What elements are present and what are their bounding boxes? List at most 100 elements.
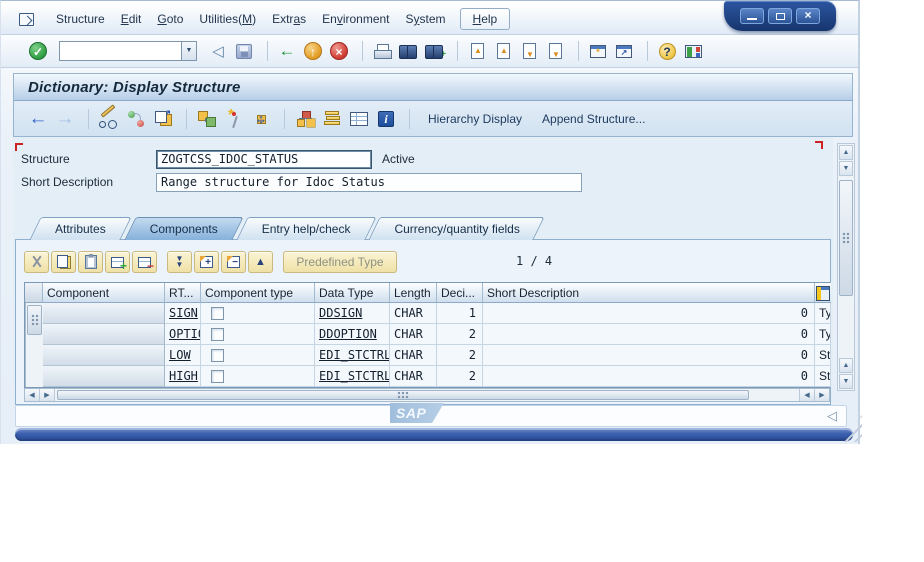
screen-vertical-scrollbar[interactable]: ▲ ▼ ▲ ▼ <box>837 143 855 391</box>
nav-back-button[interactable]: ← <box>26 107 50 131</box>
column-header-selector <box>25 283 43 303</box>
paste-rows-button[interactable] <box>78 251 103 273</box>
menu-help[interactable]: Help <box>460 8 511 30</box>
enter-button[interactable]: ✓ <box>27 40 49 62</box>
help-button[interactable]: ? <box>656 40 678 62</box>
customize-layout-button[interactable] <box>682 40 704 62</box>
append-structure-link[interactable]: Append Structure... <box>542 112 645 126</box>
component-type-link[interactable]: DDOPTION <box>319 327 377 341</box>
scroll-down-button[interactable]: ▼ <box>839 161 853 176</box>
menu-utilities[interactable]: Utilities(M) <box>191 9 264 29</box>
command-dropdown-button[interactable]: ▼ <box>181 41 197 61</box>
table-contents-button[interactable] <box>347 107 371 131</box>
find-button[interactable] <box>397 40 419 62</box>
structure-label: Structure <box>21 152 156 166</box>
technical-settings-button[interactable]: i <box>374 107 398 131</box>
status-expand-button[interactable]: ◁ <box>827 408 837 424</box>
component-type-link[interactable]: EDI_STCTRL <box>319 369 390 383</box>
save-button[interactable] <box>233 40 255 62</box>
system-menu-icon[interactable] <box>19 13 34 26</box>
scrollbar-thumb[interactable] <box>839 180 853 296</box>
cell-length: 1 <box>437 303 483 324</box>
next-page-button[interactable]: ▼ <box>518 40 540 62</box>
new-session-button[interactable]: * <box>587 40 609 62</box>
table-scrollbar-thumb[interactable] <box>27 305 42 335</box>
find-next-button[interactable]: + <box>423 40 445 62</box>
delete-row-button[interactable]: − <box>132 251 157 273</box>
component-link[interactable]: SIGN <box>169 306 198 320</box>
row-selector[interactable] <box>43 324 165 345</box>
scroll-down-button[interactable]: ▼ <box>839 374 853 389</box>
create-shortcut-button[interactable]: ↗ <box>613 40 635 62</box>
where-used-button[interactable] <box>195 107 219 131</box>
component-link[interactable]: OPTION <box>169 327 201 341</box>
expand-button[interactable]: + <box>194 251 219 273</box>
maximize-button[interactable] <box>768 8 792 24</box>
toolbar-separator <box>267 41 268 61</box>
collapse-toolbar-button[interactable]: ◁ <box>207 40 229 62</box>
back-button[interactable]: ← <box>276 40 298 62</box>
row-selector[interactable] <box>43 303 165 324</box>
table-vertical-scrollbar[interactable] <box>25 303 43 387</box>
scrollbar-track[interactable] <box>55 389 799 401</box>
menu-environment[interactable]: Environment <box>314 9 397 29</box>
previous-page-button[interactable]: ▲ <box>492 40 514 62</box>
hierarchy-button[interactable] <box>293 107 317 131</box>
display-change-button[interactable] <box>97 107 121 131</box>
scroll-up-button[interactable]: ▲ <box>839 145 853 160</box>
move-up-button[interactable]: ▲ <box>248 251 273 273</box>
component-link[interactable]: HIGH <box>169 369 198 383</box>
index-button[interactable] <box>320 107 344 131</box>
table-settings-icon[interactable] <box>816 286 830 301</box>
tab-entry-help-check[interactable]: Entry help/check <box>242 217 371 240</box>
table-horizontal-scrollbar[interactable]: ◀ ▶ ◀ ▶ <box>24 388 830 402</box>
hierarchy-display-link[interactable]: Hierarchy Display <box>428 112 522 126</box>
component-type-link[interactable]: DDSIGN <box>319 306 362 320</box>
activate-button[interactable]: * <box>222 107 246 131</box>
scrollbar-thumb[interactable] <box>57 390 749 400</box>
command-field[interactable] <box>59 41 181 61</box>
navigate-button[interactable]: ↔↕ <box>249 107 273 131</box>
where-used-icon <box>198 111 216 127</box>
component-link[interactable]: LOW <box>169 348 191 362</box>
menu-system[interactable]: System <box>398 9 454 29</box>
cut-button[interactable] <box>24 251 49 273</box>
scroll-left-button[interactable]: ◀ <box>799 389 814 401</box>
menu-structure[interactable]: Structure <box>48 9 113 29</box>
rt-checkbox[interactable] <box>211 370 224 383</box>
tab-components[interactable]: Components <box>130 217 238 240</box>
scroll-right-button[interactable]: ▶ <box>40 389 55 401</box>
copy-button[interactable]: ↗ <box>151 107 175 131</box>
last-page-button[interactable]: ▼ <box>544 40 566 62</box>
menu-edit[interactable]: Edit <box>113 9 150 29</box>
rt-checkbox[interactable] <box>211 328 224 341</box>
cancel-button[interactable]: × <box>328 40 350 62</box>
collapse-button[interactable]: − <box>221 251 246 273</box>
tab-attributes[interactable]: Attributes <box>35 217 126 240</box>
scroll-right-button[interactable]: ▶ <box>814 389 829 401</box>
insert-row-button[interactable]: + <box>105 251 130 273</box>
close-button[interactable]: × <box>796 8 820 24</box>
rt-checkbox[interactable] <box>211 307 224 320</box>
minimize-button[interactable] <box>740 8 764 24</box>
tab-currency-quantity-fields[interactable]: Currency/quantity fields <box>374 217 539 240</box>
refresh-button[interactable] <box>124 107 148 131</box>
cell-decimals: 0 <box>483 303 815 324</box>
print-button[interactable] <box>371 40 393 62</box>
exit-button[interactable]: ↑ <box>302 40 324 62</box>
row-selector[interactable] <box>43 366 165 387</box>
rt-checkbox[interactable] <box>211 349 224 362</box>
scroll-left-button[interactable]: ◀ <box>25 389 40 401</box>
component-type-link[interactable]: EDI_STCTRL <box>319 348 390 362</box>
nav-forward-button[interactable]: → <box>53 107 77 131</box>
copy-rows-button[interactable] <box>51 251 76 273</box>
move-down-button[interactable]: ▼▼ <box>167 251 192 273</box>
structure-field[interactable]: ZOGTCSS_IDOC_STATUS <box>156 150 372 169</box>
menu-extras[interactable]: Extras <box>264 9 314 29</box>
menu-goto[interactable]: Goto <box>149 9 191 29</box>
row-selector[interactable] <box>43 345 165 366</box>
short-description-field[interactable]: Range structure for Idoc Status <box>156 173 582 192</box>
cancel-icon: × <box>330 42 348 60</box>
first-page-button[interactable]: ▲ <box>466 40 488 62</box>
scroll-up-button[interactable]: ▲ <box>839 358 853 373</box>
